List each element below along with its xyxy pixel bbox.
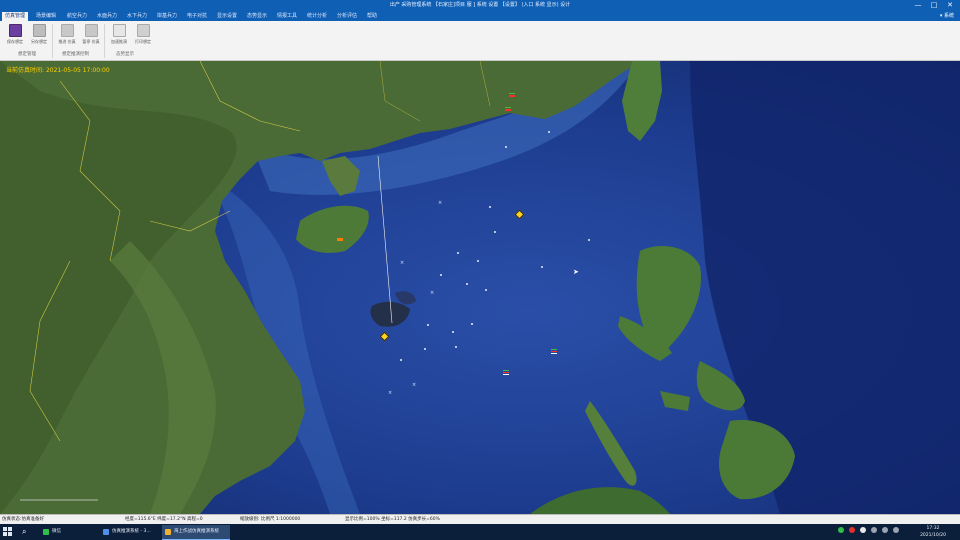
map-point: [477, 260, 479, 262]
taskbar: ⌕ 微信 仿真推演系统 - 3... 海上作战仿真推演系统 17:32 2021…: [0, 524, 960, 540]
window-title: 出产 采购管理系统 【石家庄]项目 服 ] 系统 设置 【设置】 (入口 系统 …: [389, 2, 571, 8]
tray-app-icon[interactable]: [860, 527, 866, 533]
ship-marker[interactable]: [503, 370, 509, 375]
ribbon-separator: [52, 24, 53, 58]
ribbon-group-label: 想定管理: [18, 52, 36, 57]
document-icon: [112, 24, 126, 37]
tab-help[interactable]: 帮助: [364, 12, 380, 21]
ship-marker[interactable]: [337, 238, 343, 243]
close-button[interactable]: ✕: [944, 0, 956, 11]
play-icon: [60, 24, 74, 37]
tab-situation[interactable]: 态势显示: [244, 12, 270, 21]
mouse-cursor-icon: ➤: [573, 268, 579, 276]
clock-date: 2021/10/20: [920, 533, 946, 538]
map-point: [485, 289, 487, 291]
ribbon: 保存想定 另存想定 推进 仿真 暂停 仿真 加速推演 打印想定 想定管理 想定推…: [0, 21, 960, 61]
map-point: [505, 146, 507, 148]
tab-air-force[interactable]: 航空兵力: [64, 12, 90, 21]
tab-surface-force[interactable]: 水面兵力: [94, 12, 120, 21]
map-point: [424, 348, 426, 350]
sim-time-display: 当前仿真时间: 2021-05-05 17:00:00: [6, 67, 110, 74]
tray-language-icon[interactable]: [893, 527, 899, 533]
tab-display-settings[interactable]: 显示设置: [214, 12, 240, 21]
map-point: [466, 283, 468, 285]
map-point: [427, 324, 429, 326]
satellite-map: [0, 61, 960, 514]
ribbon-separator: [104, 24, 105, 58]
map-point: [471, 323, 473, 325]
ribbon-group-label: 想定推演控制: [62, 52, 89, 57]
taskbar-item-active[interactable]: 海上作战仿真推演系统: [162, 525, 230, 540]
pause-icon: [84, 24, 98, 37]
tab-shore-force[interactable]: 岸基兵力: [154, 12, 180, 21]
save-scenario-button[interactable]: 保存想定: [4, 24, 26, 48]
save-as-button[interactable]: 另存想定: [28, 24, 50, 48]
taskbar-item[interactable]: 微信: [40, 525, 108, 539]
app-icon: [103, 529, 109, 535]
tab-electronic[interactable]: 电子对抗: [184, 12, 210, 21]
ship-marker[interactable]: [509, 93, 515, 98]
wechat-icon: [43, 529, 49, 535]
map-point: [452, 331, 454, 333]
app-icon: [165, 529, 171, 535]
tab-underwater-force[interactable]: 水下兵力: [124, 12, 150, 21]
print-button[interactable]: 打印想定: [132, 24, 154, 48]
map-point: [457, 252, 459, 254]
sim-time-value: 2021-05-05 17:00:00: [45, 67, 110, 74]
print-icon: [136, 24, 150, 37]
system-menu[interactable]: ▾ 系统: [940, 11, 954, 21]
pause-sim-button[interactable]: 暂停 仿真: [80, 24, 102, 48]
tray-wechat-icon[interactable]: [838, 527, 844, 533]
map-waypoint: ×: [430, 290, 435, 296]
map-point: [455, 346, 457, 348]
tab-intel-tools[interactable]: 情报工具: [274, 12, 300, 21]
map-point: [548, 131, 550, 133]
map-waypoint: ×: [412, 382, 417, 388]
menu-bar: 仿真管理 场景编辑 航空兵力 水面兵力 水下兵力 岸基兵力 电子对抗 显示设置 …: [0, 11, 960, 21]
start-sim-button[interactable]: 推进 仿真: [56, 24, 78, 48]
save-as-icon: [32, 24, 46, 37]
tray-volume-icon[interactable]: [882, 527, 888, 533]
map-point: [400, 359, 402, 361]
save-icon: [8, 24, 22, 37]
sim-time-label: 当前仿真时间: [6, 67, 43, 74]
ship-marker[interactable]: [505, 107, 511, 112]
tray-network-icon[interactable]: [871, 527, 877, 533]
tray-app-icon[interactable]: [849, 527, 855, 533]
map-point: [489, 206, 491, 208]
map-view[interactable]: × × × × × ➤: [0, 61, 960, 514]
minimize-button[interactable]: —: [912, 0, 924, 11]
clock-time: 17:32: [926, 526, 940, 531]
accelerate-button[interactable]: 加速推演: [108, 24, 130, 48]
map-waypoint: ×: [388, 390, 393, 396]
tab-statistics[interactable]: 统计分析: [304, 12, 330, 21]
tab-scenario-edit[interactable]: 场景编辑: [33, 12, 59, 21]
map-waypoint: ×: [400, 260, 405, 266]
taskbar-clock[interactable]: 17:32 2021/10/20: [920, 525, 946, 539]
tab-sim-management[interactable]: 仿真管理: [2, 12, 29, 21]
map-point: [541, 266, 543, 268]
maximize-button[interactable]: □: [928, 0, 940, 11]
ship-marker[interactable]: [551, 349, 557, 354]
map-point: [440, 274, 442, 276]
tab-evaluation[interactable]: 分析评估: [334, 12, 360, 21]
map-waypoint: ×: [438, 200, 443, 206]
map-point: [494, 231, 496, 233]
windows-start-icon[interactable]: [3, 527, 13, 537]
ribbon-group-label: 态势显示: [116, 52, 134, 57]
title-bar: 出产 采购管理系统 【石家庄]项目 服 ] 系统 设置 【设置】 (入口 系统 …: [0, 0, 960, 11]
map-point: [588, 239, 590, 241]
search-icon[interactable]: ⌕: [22, 527, 34, 537]
